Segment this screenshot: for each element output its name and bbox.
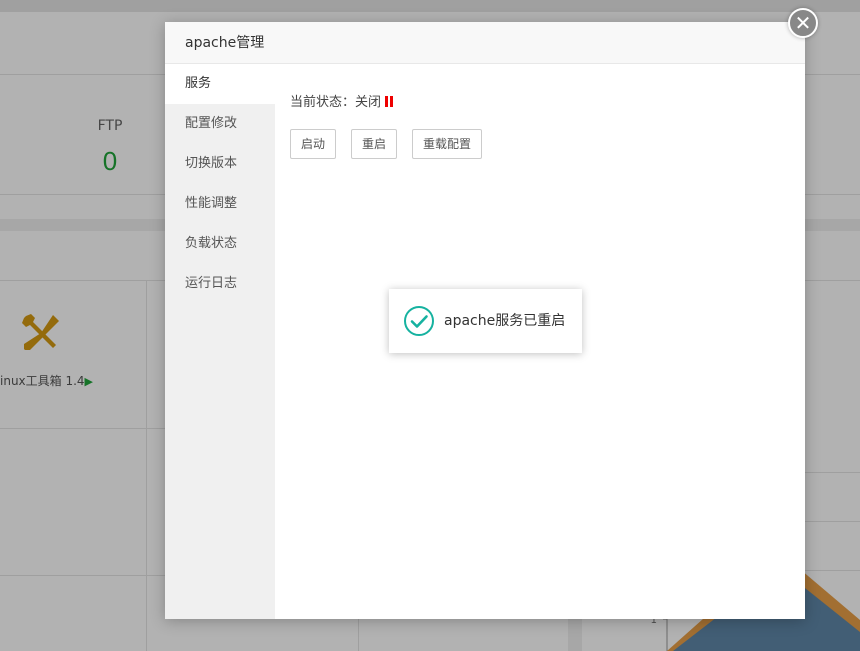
restart-button[interactable]: 重启	[351, 129, 397, 159]
reload-config-button[interactable]: 重载配置	[412, 129, 482, 159]
toast-notification: apache服务已重启	[389, 289, 582, 353]
check-circle-icon	[404, 306, 434, 336]
sidebar-item-service[interactable]: 服务	[165, 64, 275, 104]
sidebar-item-config[interactable]: 配置修改	[165, 104, 275, 144]
sidebar-item-logs[interactable]: 运行日志	[165, 264, 275, 304]
pause-icon	[385, 96, 394, 107]
dialog-title: apache管理	[165, 22, 805, 64]
sidebar-item-load-status[interactable]: 负载状态	[165, 224, 275, 264]
dialog-sidebar: 服务 配置修改 切换版本 性能调整 负载状态 运行日志	[165, 64, 275, 619]
status-text: 当前状态：关闭	[290, 95, 382, 110]
close-icon[interactable]: ✕	[788, 8, 818, 38]
service-status: 当前状态：关闭	[290, 91, 394, 110]
toast-message: apache服务已重启	[444, 313, 566, 329]
sidebar-item-performance[interactable]: 性能调整	[165, 184, 275, 224]
start-button[interactable]: 启动	[290, 129, 336, 159]
sidebar-item-version[interactable]: 切换版本	[165, 144, 275, 184]
